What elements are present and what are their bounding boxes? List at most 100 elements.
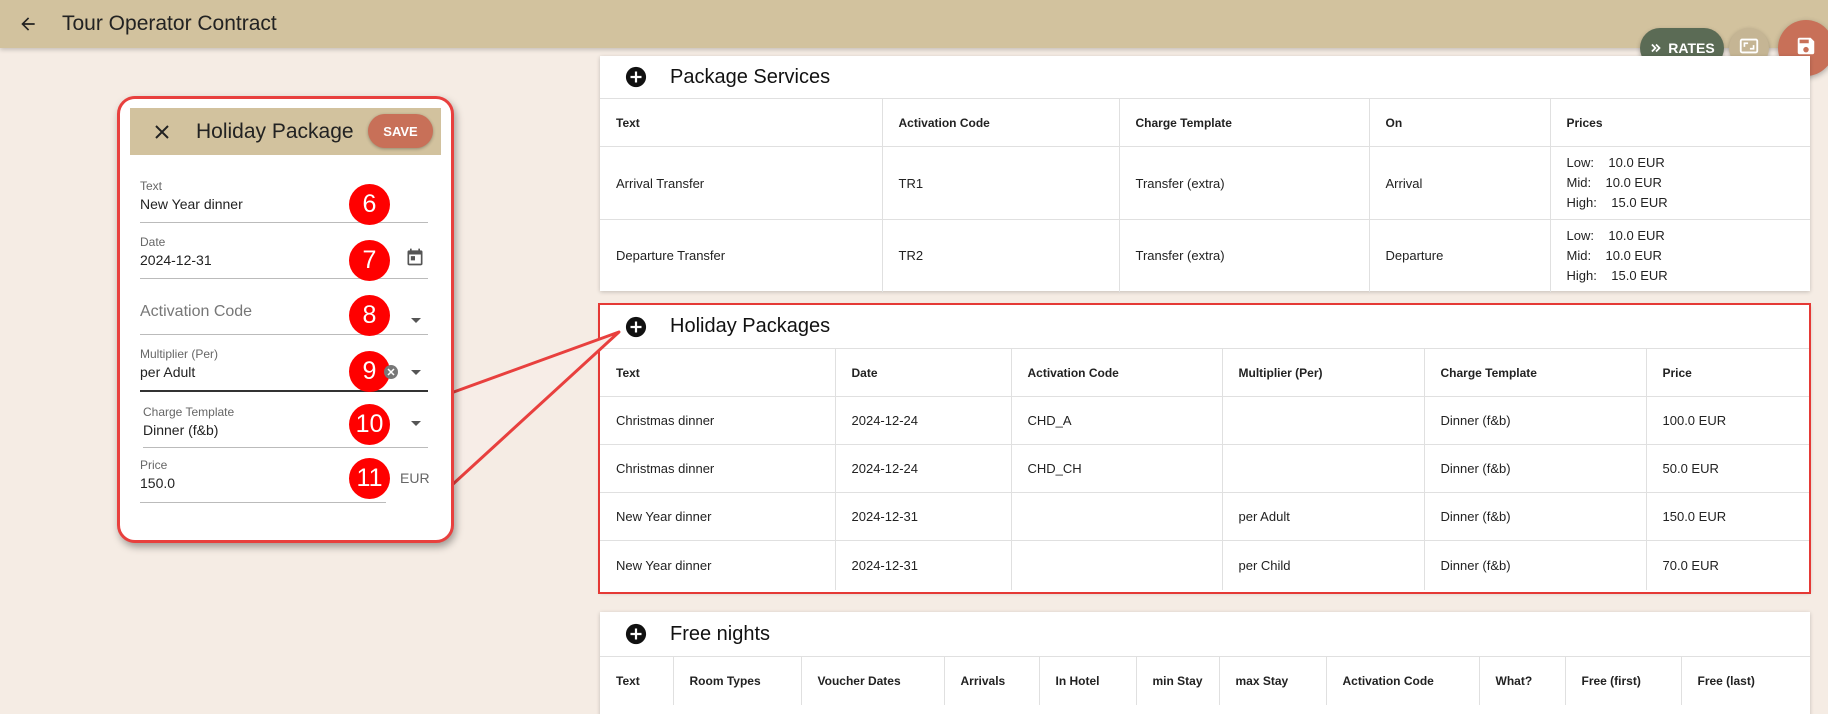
column-header: Arrivals [944,656,1040,705]
app-bar: Tour Operator Contract [0,0,1828,48]
column-header: Free (first) [1565,656,1682,705]
column-header: Multiplier (Per) [1222,348,1425,397]
column-header: max Stay [1219,656,1327,705]
add-circle-icon[interactable] [625,623,647,645]
column-header: Text [600,656,674,705]
holiday-packages-table: Text Date Activation Code Multiplier (Pe… [600,348,1810,590]
column-header: Date [835,348,1012,397]
table-row[interactable]: New Year dinner 2024-12-31 per Adult Din… [600,492,1810,541]
cell-date: 2024-12-31 [835,492,1012,541]
field-underline [143,447,428,448]
cell-template: Dinner (f&b) [1424,492,1647,541]
column-header: Activation Code [1326,656,1480,705]
cell-template: Transfer (extra) [1119,219,1370,292]
annotation-badge: 6 [349,184,390,225]
annotation-badge: 10 [349,404,390,445]
package-services-title: Package Services [670,65,831,88]
column-header: Activation Code [1011,348,1223,397]
price-low: Low: 10.0 EUR [1566,227,1665,243]
cell-template: Transfer (extra) [1119,146,1370,220]
chevron-down-icon[interactable] [411,421,421,426]
field-underline [140,390,428,392]
cell-prices: Low: 10.0 EUR Mid: 10.0 EUR High: 15.0 E… [1550,219,1810,292]
cell-multiplier: per Adult [1222,492,1425,541]
table-header-row: Text Activation Code Charge Template On … [600,98,1810,147]
field-underline [140,502,386,503]
column-header: What? [1479,656,1566,705]
cell-on: Arrival [1369,146,1551,220]
free-nights-header: Free nights [600,612,1810,656]
cell-price: 70.0 EUR [1646,540,1810,590]
cell-text: Christmas dinner [600,396,836,445]
price-currency-suffix: EUR [400,470,430,486]
cell-prices: Low: 10.0 EUR Mid: 10.0 EUR High: 15.0 E… [1550,146,1810,220]
column-header: In Hotel [1039,656,1137,705]
price-low: Low: 10.0 EUR [1566,155,1665,170]
annotation-badge: 8 [349,295,390,336]
table-row[interactable]: Arrival Transfer TR1 Transfer (extra) Ar… [600,146,1810,220]
cell-on: Departure [1369,219,1551,292]
free-nights-title: Free nights [670,622,771,645]
calendar-icon[interactable] [405,247,427,269]
page-title: Tour Operator Contract [62,12,277,35]
column-header: Free (last) [1681,656,1810,705]
chevron-down-icon[interactable] [411,318,421,323]
table-row[interactable]: Christmas dinner 2024-12-24 CHD_A Dinner… [600,396,1810,445]
package-services-table: Text Activation Code Charge Template On … [600,98,1810,292]
back-arrow-icon[interactable] [14,10,42,38]
table-header-row: Text Room Types Voucher Dates Arrivals I… [600,656,1810,705]
column-header: Text [600,348,836,397]
price-label: Price [140,458,168,472]
cell-multiplier [1222,444,1425,493]
cell-code: CHD_CH [1011,444,1223,493]
annotation-badge: 11 [349,458,390,499]
cell-multiplier [1222,396,1425,445]
holiday-package-dialog: Holiday Package SAVE Text New Year dinne… [117,96,454,543]
cell-text: New Year dinner [600,540,836,590]
dialog-save-button[interactable]: SAVE [368,114,433,148]
rates-label: RATES [1668,40,1715,56]
cell-code [1011,540,1223,590]
price-mid: Mid: 10.0 EUR [1566,247,1662,263]
cell-price: 150.0 EUR [1646,492,1810,541]
free-nights-card: Free nights Text Room Types Voucher Date… [600,612,1810,714]
cell-template: Dinner (f&b) [1424,444,1647,493]
free-nights-table: Text Room Types Voucher Dates Arrivals I… [600,656,1810,705]
close-icon[interactable] [150,120,174,144]
cell-date: 2024-12-31 [835,540,1012,590]
cell-price: 50.0 EUR [1646,444,1810,493]
clear-icon[interactable] [384,365,398,379]
dialog-title: Holiday Package [196,119,354,143]
column-header: Text [600,98,883,147]
cell-code: TR2 [882,219,1120,292]
cell-code: TR1 [882,146,1120,220]
add-circle-icon[interactable] [625,316,647,338]
table-header-row: Text Date Activation Code Multiplier (Pe… [600,348,1810,397]
price-high: High: 15.0 EUR [1566,267,1668,283]
cell-date: 2024-12-24 [835,396,1012,445]
column-header: min Stay [1136,656,1220,705]
holiday-packages-header: Holiday Packages [600,305,1810,348]
table-row[interactable]: New Year dinner 2024-12-31 per Child Din… [600,540,1810,590]
table-row[interactable]: Christmas dinner 2024-12-24 CHD_CH Dinne… [600,444,1810,493]
column-header: Voucher Dates [801,656,945,705]
cell-date: 2024-12-24 [835,444,1012,493]
cell-template: Dinner (f&b) [1424,540,1647,590]
cell-text: Christmas dinner [600,444,836,493]
field-underline [140,278,428,279]
field-underline [140,222,428,223]
cell-template: Dinner (f&b) [1424,396,1647,445]
cell-price: 100.0 EUR [1646,396,1810,445]
cell-text: New Year dinner [600,492,836,541]
cell-code [1011,492,1223,541]
annotation-badge: 7 [349,240,390,281]
add-circle-icon[interactable] [625,66,647,88]
cell-text: Departure Transfer [600,219,883,292]
table-row[interactable]: Departure Transfer TR2 Transfer (extra) … [600,219,1810,292]
package-services-card: Package Services Text Activation Code Ch… [600,56,1810,292]
cell-code: CHD_A [1011,396,1223,445]
column-header: Prices [1550,98,1810,147]
chevron-down-icon[interactable] [411,370,421,375]
dialog-header: Holiday Package SAVE [130,108,441,155]
column-header: Room Types [673,656,802,705]
